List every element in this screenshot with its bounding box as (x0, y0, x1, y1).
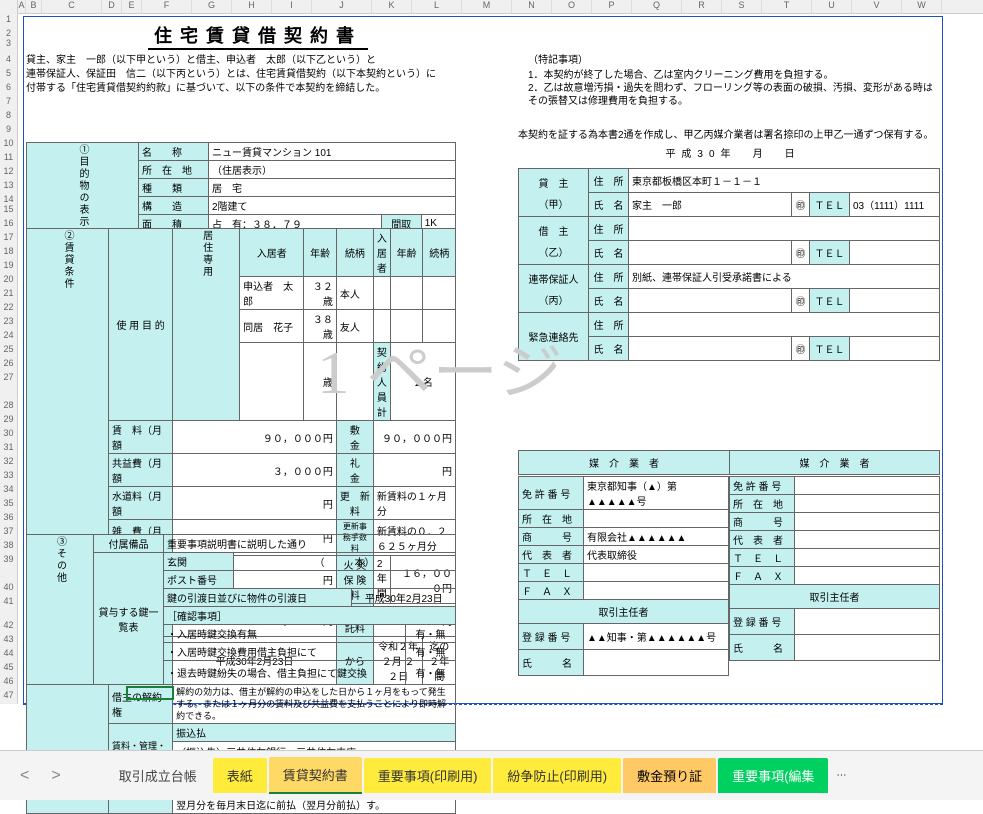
guarantor-name[interactable] (629, 289, 792, 313)
broker-name-2[interactable] (795, 635, 940, 661)
tabs-more-icon[interactable]: ⋯ (830, 770, 852, 781)
tab-contract[interactable]: 賃貸契約書 (269, 757, 362, 794)
broker-rep-1[interactable]: 代表取締役 (584, 546, 729, 564)
lessee-address[interactable] (629, 217, 940, 241)
property-kind[interactable]: 居 宅 (209, 179, 456, 197)
broker-header-left: 媒 介 業 者 (519, 451, 730, 475)
key-exchange-yn[interactable]: 有・無 (406, 625, 456, 643)
row-headers: 1 2 3 4 5 6 7 8 9 10 11 12 13 14 15 16 1… (0, 14, 18, 704)
renewal-fee[interactable]: 新賃料の１ヶ月分 (373, 487, 455, 520)
section-label-rent: ②賃貸条件 (27, 229, 109, 814)
tab-deposit[interactable]: 敷金預り証 (623, 758, 716, 793)
intro-text: 貸主、家主 一郎（以下甲という）と借主、申込者 太郎（以下乙という）と 連帯保証… (26, 54, 456, 96)
entrance-keys[interactable]: （ 本） (234, 553, 456, 571)
broker-trade-1[interactable]: 有限会社▲▲▲▲▲▲ (584, 528, 729, 546)
key-loss-yn[interactable]: 有・無 (406, 661, 456, 685)
broker-addr-2[interactable] (795, 495, 940, 513)
certification-text: 本契約を証する為本書2通を作成し、甲乙丙媒介業者は署名捺印の上甲乙一通ずつ保有す… (518, 126, 948, 160)
emergency-name[interactable] (629, 337, 792, 361)
broker-header-right: 媒 介 業 者 (730, 451, 940, 475)
broker-left[interactable]: 免 許 番 号東京都知事（▲）第▲▲▲▲▲号 所 在 地 商 号有限会社▲▲▲▲… (518, 476, 729, 676)
broker-name-1[interactable] (584, 650, 729, 676)
guarantor-address[interactable]: 別紙、連帯保証人引受承諾書による (629, 265, 940, 289)
tab-ledger[interactable]: 取引成立台帳 (105, 758, 211, 793)
lessor-tel[interactable]: 03（1111）1111 (850, 193, 940, 217)
key-cost-yn[interactable]: 有・無 (406, 643, 456, 661)
lessor-name[interactable]: 家主 一郎 (629, 193, 792, 217)
tab-important-print[interactable]: 重要事項(印刷用) (364, 758, 492, 793)
emergency-address[interactable] (629, 313, 940, 337)
prev-sheet-button[interactable]: < (10, 763, 39, 789)
lessor-address[interactable]: 東京都板橋区本町１－１－１ (629, 169, 940, 193)
lessee-tel[interactable] (850, 241, 940, 265)
seal-icon: ㊞ (792, 337, 810, 361)
post-number[interactable] (234, 571, 456, 589)
special-notes: （特記事項） 1．本契約が終了した場合、乙は室内クリーニング費用を負担する。 2… (528, 54, 938, 108)
broker-table[interactable]: 媒 介 業 者媒 介 業 者 (518, 450, 940, 475)
common-fee[interactable]: ３，０００円 (173, 454, 337, 487)
rent-conditions-table[interactable]: ②賃貸条件 使 用 目 的 居住専用 入居者 年齢 続柄 入居者 年齢 続柄 申… (26, 228, 456, 814)
property-name[interactable]: ニュー賃貸マンション 101 (209, 143, 456, 161)
parties-table[interactable]: 貸 主（甲） 住 所東京都板橋区本町１－１－１ 氏 名家主 一郎㊞ＴＥＬ03（1… (518, 168, 940, 361)
handover-date[interactable]: 平成30年2月23日 (352, 589, 456, 607)
broker-fax-2[interactable] (795, 567, 940, 585)
emergency-tel[interactable] (850, 337, 940, 361)
broker-trade-2[interactable] (795, 513, 940, 531)
broker-reg-1[interactable]: ▲▲知事・第▲▲▲▲▲▲号 (584, 624, 729, 650)
broker-tel-2[interactable] (795, 549, 940, 567)
cancellation-terms[interactable]: 解約の効力は、借主が解約の申込をした日から１ヶ月をもって発生する。または１ヶ月分… (173, 685, 456, 724)
broker-license-1[interactable]: 東京都知事（▲）第▲▲▲▲▲号 (584, 477, 729, 510)
other-table[interactable]: ③その他 付属備品重要事項説明書に説明した通り 貸与する鍵一覧表 玄関（ 本） … (26, 534, 456, 685)
broker-right[interactable]: 免 許 番 号 所 在 地 商 号 代 表 者 Ｔ Ｅ Ｌ Ｆ Ａ Ｘ 取引主任… (729, 476, 940, 661)
next-sheet-button[interactable]: > (41, 763, 70, 789)
tab-cover[interactable]: 表紙 (213, 758, 267, 793)
equipment[interactable]: 重要事項説明書に説明した通り (164, 535, 456, 553)
broker-license-2[interactable] (795, 477, 940, 495)
seal-icon: ㊞ (792, 289, 810, 313)
seal-icon: ㊞ (792, 241, 810, 265)
selected-cell[interactable] (126, 686, 174, 700)
broker-reg-2[interactable] (795, 609, 940, 635)
broker-fax-1[interactable] (584, 582, 729, 600)
column-headers: A B C D E F G H I J K L M N O P Q R S T … (0, 0, 983, 14)
broker-addr-1[interactable] (584, 510, 729, 528)
lessee-name[interactable] (629, 241, 792, 265)
broker-rep-2[interactable] (795, 531, 940, 549)
page-title: 住宅賃貸借契約書 (148, 22, 368, 50)
guarantor-tel[interactable] (850, 289, 940, 313)
section-label-other: ③その他 (27, 535, 94, 685)
sheet-tabs: < > 取引成立台帳 表紙 賃貸契約書 重要事項(印刷用) 紛争防止(印刷用) … (0, 750, 983, 800)
broker-tel-1[interactable] (584, 564, 729, 582)
property-address[interactable]: （住居表示） (209, 161, 456, 179)
seal-icon: ㊞ (792, 193, 810, 217)
occupant-total[interactable]: ２名 (390, 343, 455, 421)
deposit-amount[interactable]: ９０，０００円 (373, 421, 455, 454)
tab-dispute-print[interactable]: 紛争防止(印刷用) (493, 758, 621, 793)
rent-amount[interactable]: ９０，０００円 (173, 421, 337, 454)
tab-important-edit[interactable]: 重要事項(編集 (718, 758, 828, 793)
property-structure[interactable]: 2階建て (209, 197, 456, 215)
